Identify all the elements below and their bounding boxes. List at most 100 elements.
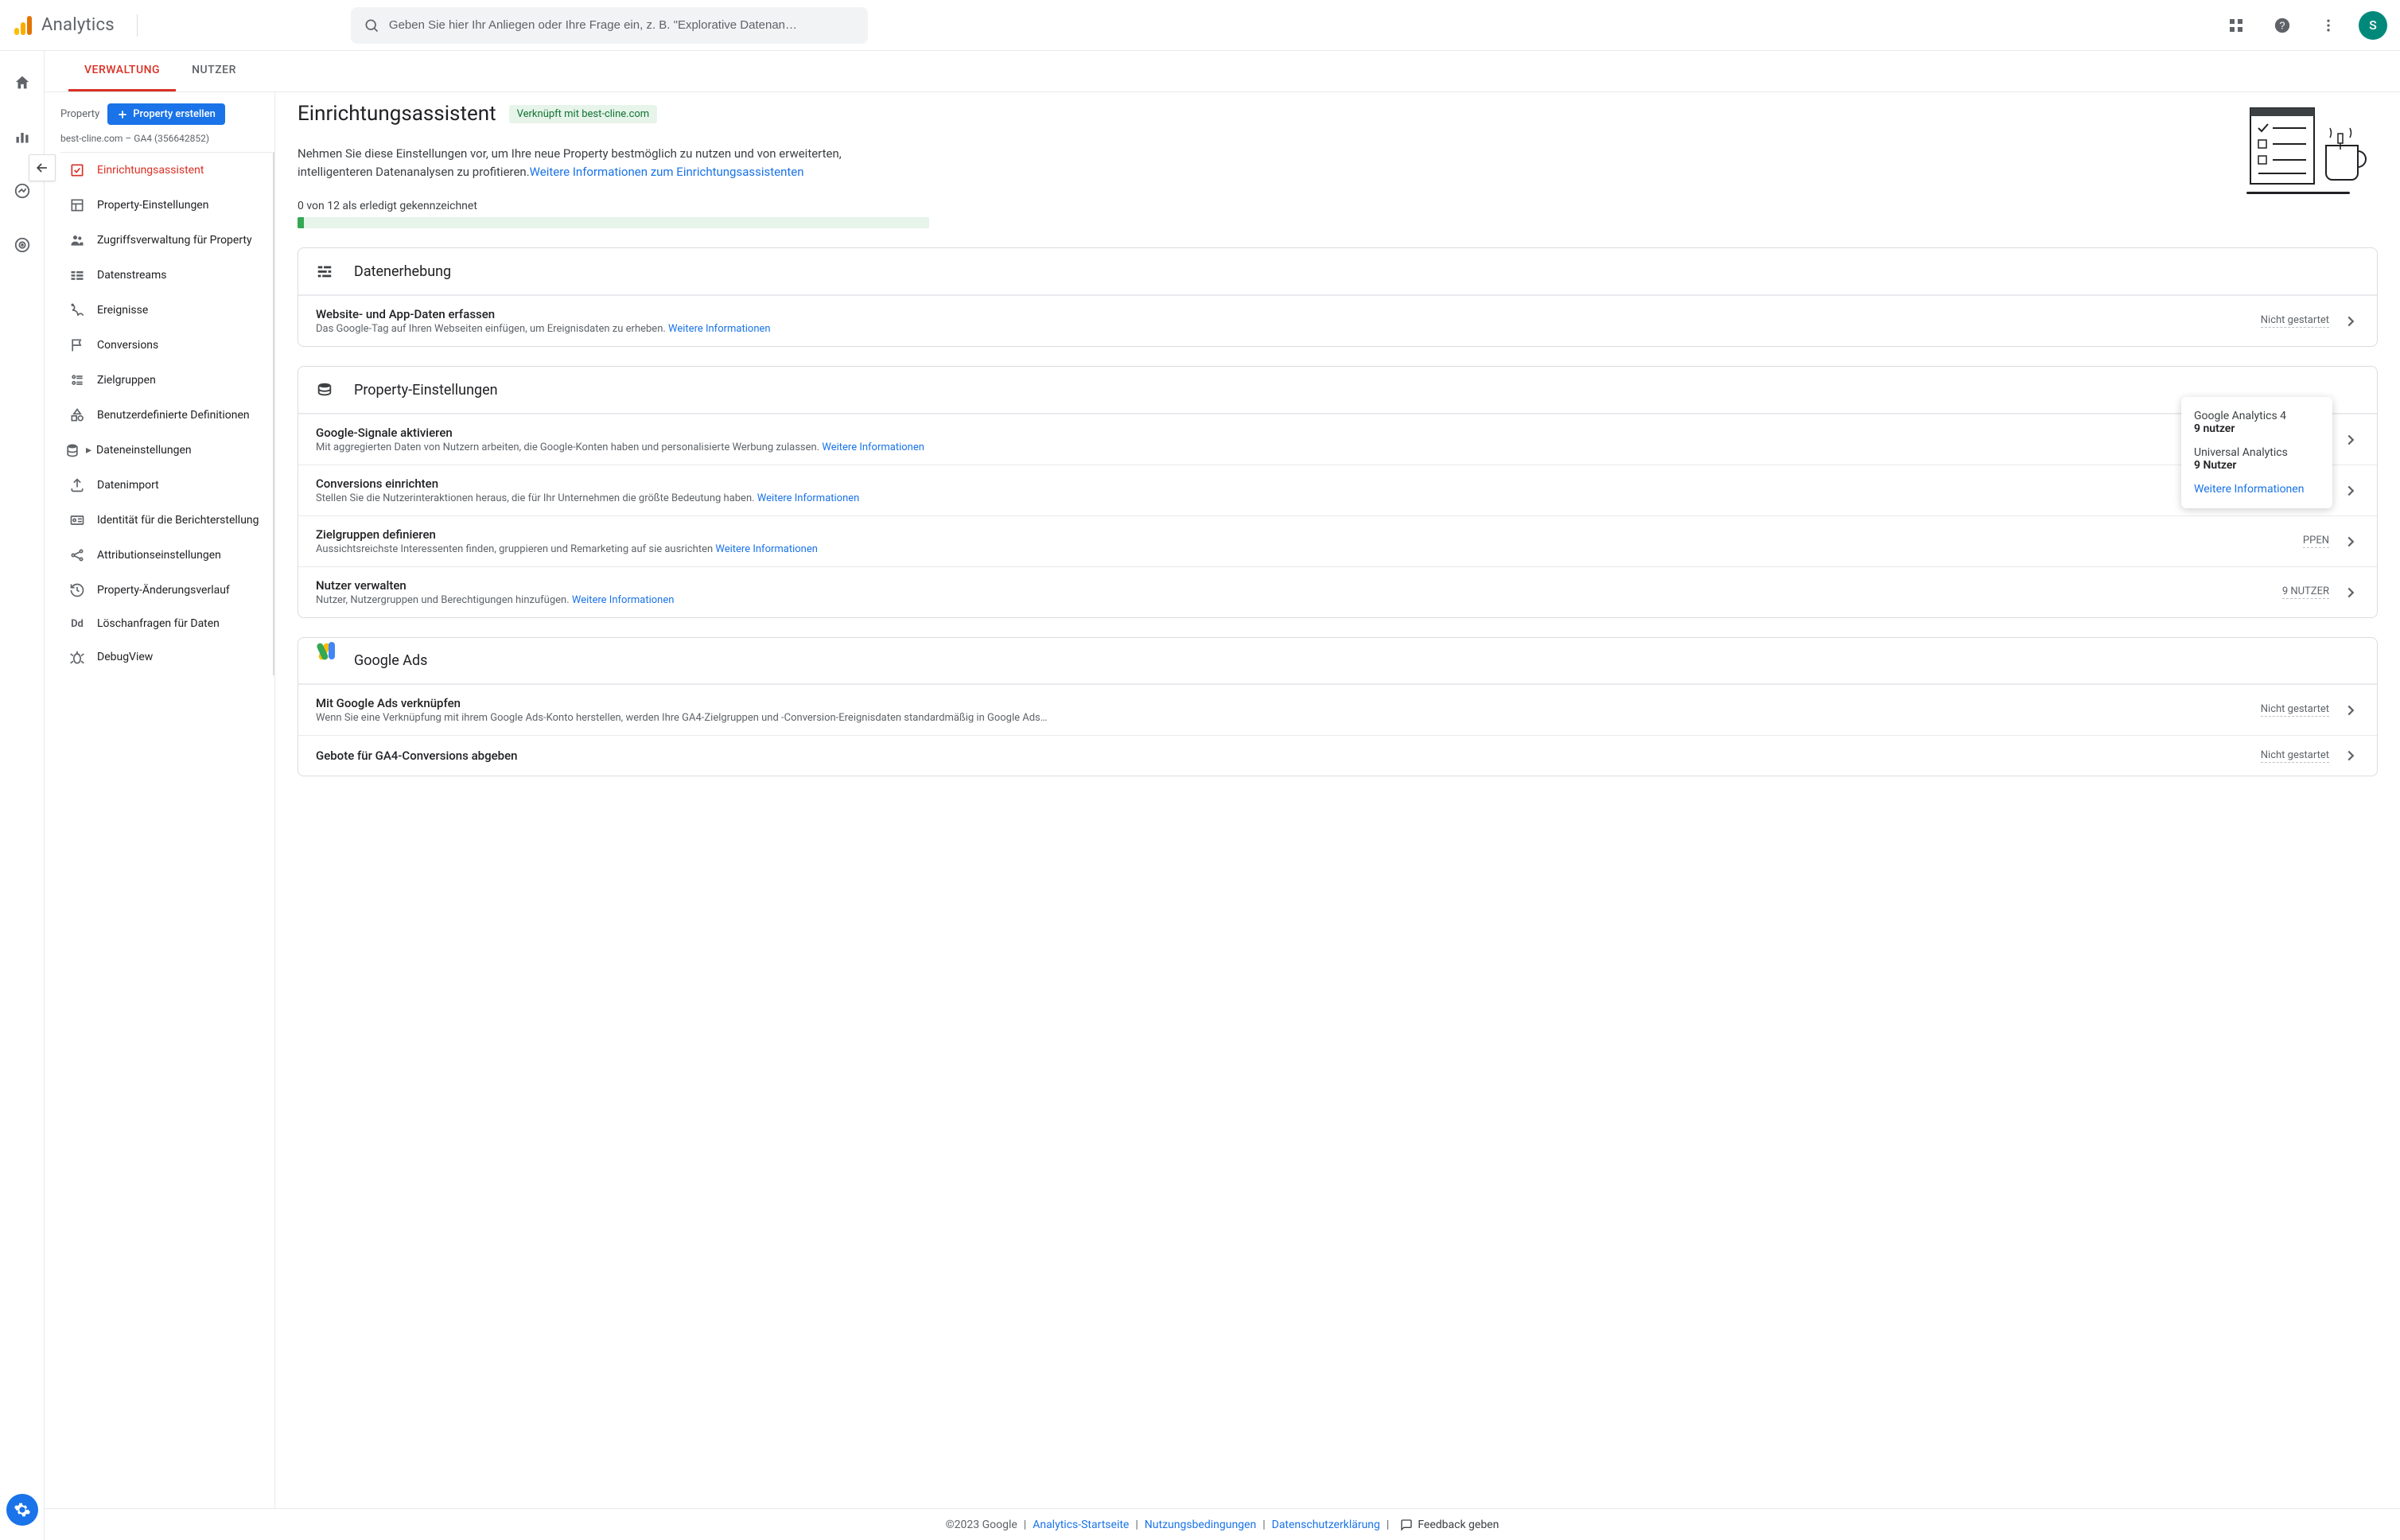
row-title: Google-Signale aktivieren (316, 426, 2295, 440)
row-link-ads[interactable]: Mit Google Ads verknüpfen Wenn Sie eine … (298, 684, 2377, 735)
sidebar-item-data-settings[interactable]: ▸ Dateneinstellungen (60, 433, 273, 468)
sidebar-item-setup-assistant[interactable]: Einrichtungsassistent (60, 153, 273, 188)
sidebar-item-label: Property-Änderungsverlauf (97, 584, 230, 597)
chevron-right-icon (2342, 584, 2359, 601)
search-box[interactable] (351, 7, 868, 44)
more-link[interactable]: Weitere Informationen (572, 594, 675, 606)
row-status: Nicht gestartet (2261, 314, 2329, 328)
more-link[interactable]: Weitere Informationen (757, 492, 860, 504)
apps-icon[interactable] (2220, 10, 2252, 41)
sidebar-item-label: Zugriffsverwaltung für Property (97, 234, 252, 247)
divider (137, 14, 138, 37)
admin-tabs: VERWALTUNG NUTZER (45, 51, 2400, 92)
home-icon[interactable] (6, 67, 38, 99)
tab-verwaltung[interactable]: VERWALTUNG (68, 51, 176, 91)
sidebar-item-label: DebugView (97, 651, 153, 664)
sidebar-item-audiences[interactable]: Zielgruppen (60, 363, 273, 398)
row-google-signals[interactable]: Google-Signale aktivieren Mit aggregiert… (298, 414, 2377, 465)
tab-nutzer[interactable]: NUTZER (176, 51, 252, 91)
tooltip-ua-count: 9 Nutzer (2194, 459, 2320, 472)
footer: ©2023 Google | Analytics-Startseite | Nu… (45, 1508, 2400, 1540)
tune-icon (316, 262, 336, 280)
page-title: Einrichtungsassistent (298, 102, 496, 126)
sidebar-item-label: Identität für die Berichterstellung (97, 514, 259, 527)
row-web-app-data[interactable]: Website- und App-Daten erfassen Das Goog… (298, 295, 2377, 346)
create-property-button[interactable]: Property erstellen (107, 103, 225, 125)
sidebar-item-label: Datenstreams (97, 269, 167, 282)
search-input[interactable] (389, 18, 855, 32)
row-setup-conversions[interactable]: Conversions einrichten Stellen Sie die N… (298, 465, 2377, 515)
ga-logo[interactable]: Analytics (13, 14, 115, 37)
row-title: Zielgruppen definieren (316, 527, 2290, 542)
row-title: Conversions einrichten (316, 476, 2295, 491)
sidebar-item-conversions[interactable]: Conversions (60, 328, 273, 363)
reports-icon[interactable] (6, 121, 38, 153)
sidebar-item-label: Conversions (97, 339, 158, 352)
row-subtitle: Das Google-Tag auf Ihren Webseiten einfü… (316, 323, 2248, 335)
checklist-illustration (2227, 102, 2378, 197)
advertising-icon[interactable] (6, 229, 38, 261)
sidebar-item-attribution[interactable]: Attributionseinstellungen (60, 538, 273, 573)
chevron-right-icon (2342, 431, 2359, 449)
property-label: Property (60, 108, 99, 120)
sidebar-item-label: Dateneinstellungen (96, 444, 192, 457)
sidebar-item-label: Attributionseinstellungen (97, 549, 221, 562)
row-manage-users[interactable]: Nutzer verwalten Nutzer, Nutzergruppen u… (298, 566, 2377, 617)
main-panel: Einrichtungsassistent Verknüpft mit best… (275, 92, 2400, 1540)
help-icon[interactable]: ? (2266, 10, 2298, 41)
tooltip-ga4-title: Google Analytics 4 (2194, 410, 2320, 422)
row-status: PPEN (2303, 535, 2329, 548)
database-icon (64, 442, 81, 458)
id-icon (68, 512, 86, 528)
sidebar-item-change-history[interactable]: Property-Änderungsverlauf (60, 573, 273, 608)
learn-more-link[interactable]: Weitere Informationen zum Einrichtungsas… (530, 165, 804, 179)
arrow-left-icon (34, 160, 50, 176)
tooltip-more-link[interactable]: Weitere Informationen (2194, 483, 2320, 496)
footer-link-home[interactable]: Analytics-Startseite (1033, 1519, 1129, 1531)
row-subtitle: Aussichtsreichste Interessenten finden, … (316, 543, 2290, 555)
sidebar-item-custom-defs[interactable]: Benutzerdefinierte Definitionen (60, 398, 273, 433)
footer-link-terms[interactable]: Nutzungsbedingungen (1145, 1519, 1256, 1531)
card-title: Property-Einstellungen (354, 382, 498, 399)
row-subtitle: Wenn Sie eine Verknüpfung mit ihrem Goog… (316, 712, 2248, 724)
row-title: Gebote für GA4-Conversions abgeben (316, 749, 2248, 763)
sidebar-item-label: Property-Einstellungen (97, 199, 208, 212)
property-path[interactable]: best-cline.com – GA4 (356642852) (60, 130, 274, 152)
more-link[interactable]: Weitere Informationen (822, 441, 924, 453)
row-ga4-bids[interactable]: Gebote für GA4-Conversions abgeben Nicht… (298, 735, 2377, 776)
ga-bars-icon (13, 14, 35, 37)
sidebar-item-label: Datenimport (97, 479, 159, 492)
sidebar-item-label: Ereignisse (97, 304, 148, 317)
sidebar-item-datastreams[interactable]: Datenstreams (60, 258, 273, 293)
account-avatar[interactable]: S (2359, 11, 2387, 40)
footer-link-privacy[interactable]: Datenschutzerklärung (1272, 1519, 1380, 1531)
sidebar-item-events[interactable]: Ereignisse (60, 293, 273, 328)
sidebar-item-identity[interactable]: Identität für die Berichterstellung (60, 503, 273, 538)
chevron-right-icon (2342, 702, 2359, 719)
caret-right-icon: ▸ (86, 444, 91, 457)
sidebar-item-deletion-requests[interactable]: Dd Löschanfragen für Daten (60, 608, 273, 640)
database-icon (316, 381, 336, 399)
shapes-icon (68, 407, 86, 423)
progress-bar (298, 217, 929, 228)
row-define-audiences[interactable]: Zielgruppen definieren Aussichtsreichste… (298, 515, 2377, 566)
checklist-icon (68, 162, 86, 178)
property-sidebar: Property Property erstellen best-cline.c… (45, 92, 275, 1540)
attribution-icon (68, 547, 86, 563)
footer-feedback[interactable]: Feedback geben (1400, 1519, 1499, 1531)
sidebar-item-debugview[interactable]: DebugView (60, 640, 273, 675)
dd-icon: Dd (68, 618, 86, 631)
linked-badge: Verknüpft mit best-cline.com (509, 105, 658, 123)
more-link[interactable]: Weitere Informationen (715, 543, 818, 555)
more-vert-icon[interactable] (2312, 10, 2344, 41)
sidebar-item-data-import[interactable]: Datenimport (60, 468, 273, 503)
card-title: Google Ads (354, 652, 427, 669)
sidebar-item-label: Zielgruppen (97, 374, 156, 387)
more-link[interactable]: Weitere Informationen (668, 323, 771, 335)
admin-gear-button[interactable] (6, 1494, 38, 1526)
event-icon (68, 302, 86, 318)
people-icon (68, 232, 86, 248)
sidebar-item-property-settings[interactable]: Property-Einstellungen (60, 188, 273, 223)
back-button[interactable] (29, 154, 56, 181)
sidebar-item-access[interactable]: Zugriffsverwaltung für Property (60, 223, 273, 258)
